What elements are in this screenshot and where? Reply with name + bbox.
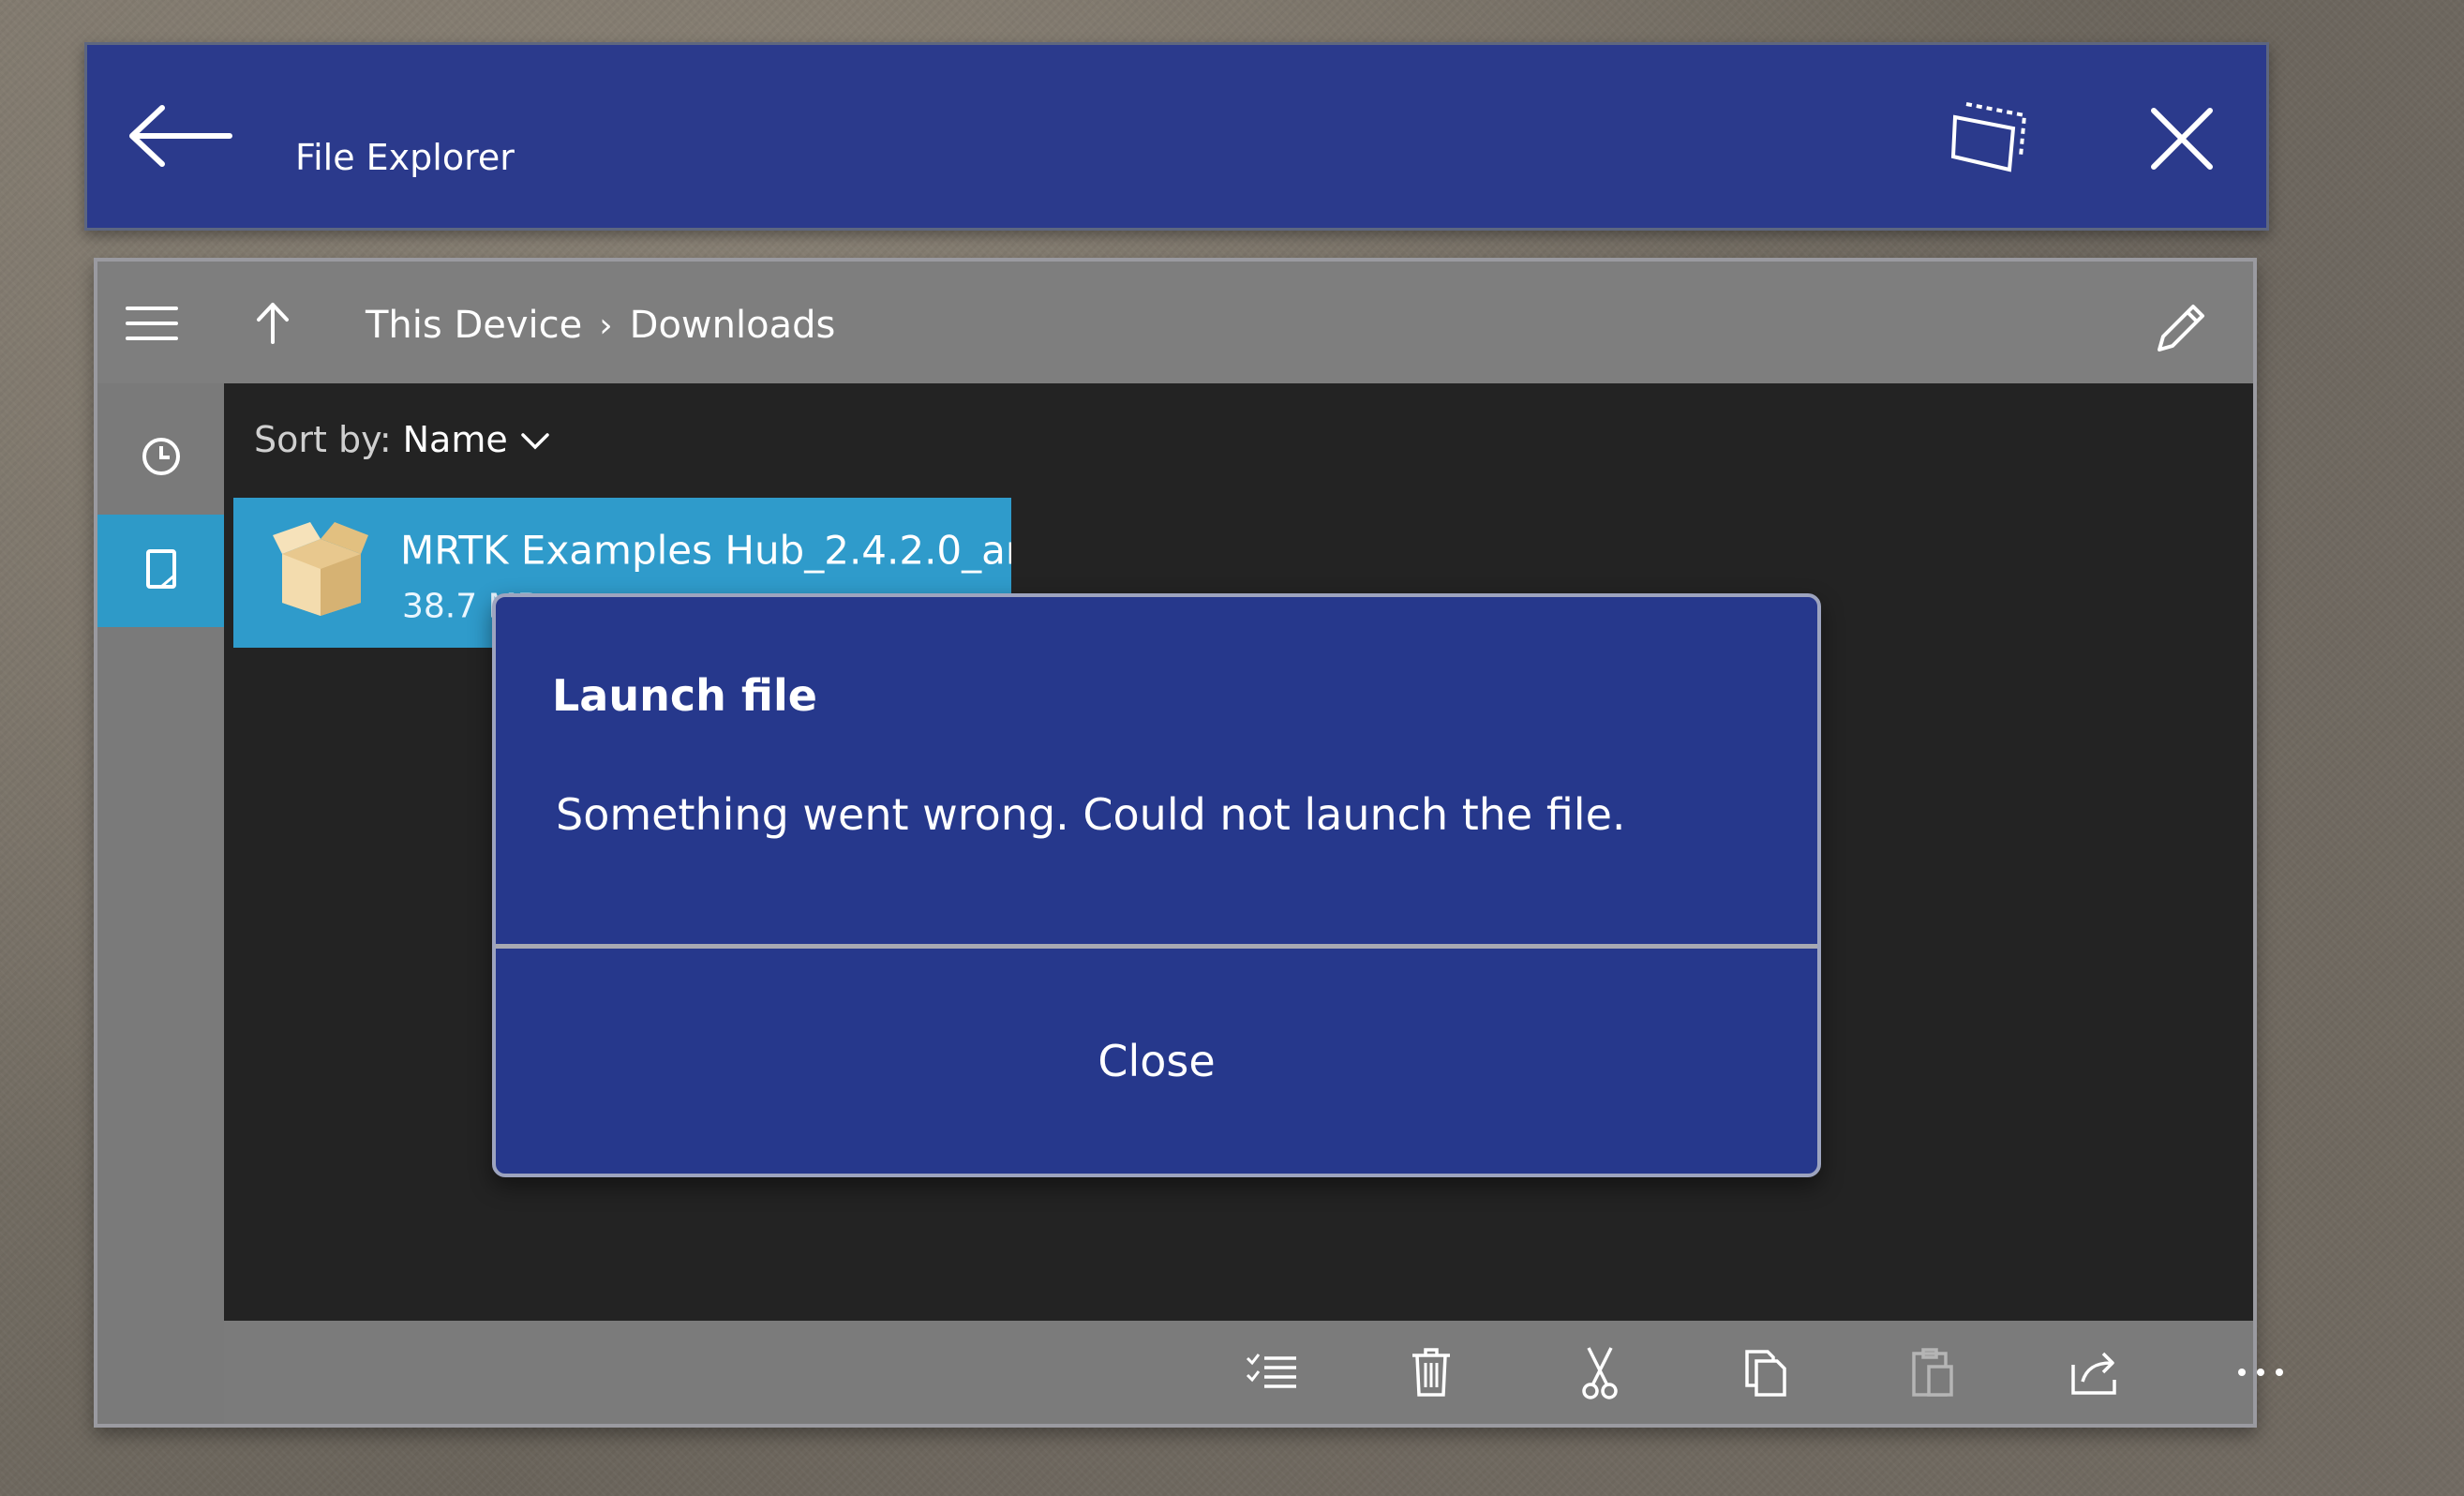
sort-value: Name: [402, 419, 508, 460]
breadcrumb-downloads[interactable]: Downloads: [630, 304, 836, 347]
launch-file-dialog: Launch file Something went wrong. Could …: [492, 593, 1821, 1177]
package-box-icon: [269, 516, 372, 620]
back-arrow-icon[interactable]: [125, 103, 237, 169]
breadcrumb: This Device › Downloads: [366, 304, 835, 347]
file-name: MRTK Examples Hub_2.4.2.0_arm: [400, 527, 1011, 574]
sidebar-item-this-device[interactable]: [97, 515, 224, 627]
close-icon[interactable]: [2144, 101, 2219, 176]
up-arrow-icon[interactable]: [249, 299, 296, 346]
paste-icon: [1902, 1341, 1964, 1403]
app-title: File Explorer: [295, 137, 515, 178]
pencil-icon[interactable]: [2150, 297, 2212, 359]
command-bar: [224, 1321, 2283, 1424]
breadcrumb-this-device[interactable]: This Device: [366, 304, 582, 347]
copy-icon[interactable]: [1735, 1341, 1797, 1403]
chevron-down-icon: [519, 419, 551, 460]
scissors-icon[interactable]: [1569, 1341, 1631, 1403]
close-button[interactable]: Close: [496, 949, 1817, 1174]
dialog-message: Something went wrong. Could not launch t…: [556, 789, 1626, 840]
breadcrumb-separator: ›: [599, 306, 613, 345]
app-title-bar: File Explorer: [84, 42, 2269, 231]
window-snap-icon[interactable]: [1948, 97, 2032, 181]
sidebar: [97, 383, 224, 1424]
trash-icon[interactable]: [1400, 1341, 1462, 1403]
device-icon: [142, 547, 180, 595]
dialog-title: Launch file: [552, 670, 817, 721]
share-icon[interactable]: [2066, 1341, 2128, 1403]
sort-dropdown[interactable]: Sort by: Name: [254, 419, 551, 460]
sort-label: Sort by:: [254, 419, 392, 460]
more-dots-icon[interactable]: [2230, 1341, 2292, 1403]
top-toolbar: This Device › Downloads: [97, 262, 2253, 383]
clock-icon: [140, 435, 183, 483]
hamburger-menu-icon[interactable]: [124, 305, 180, 342]
checklist-icon[interactable]: [1241, 1341, 1303, 1403]
sidebar-item-recent[interactable]: [97, 402, 224, 515]
